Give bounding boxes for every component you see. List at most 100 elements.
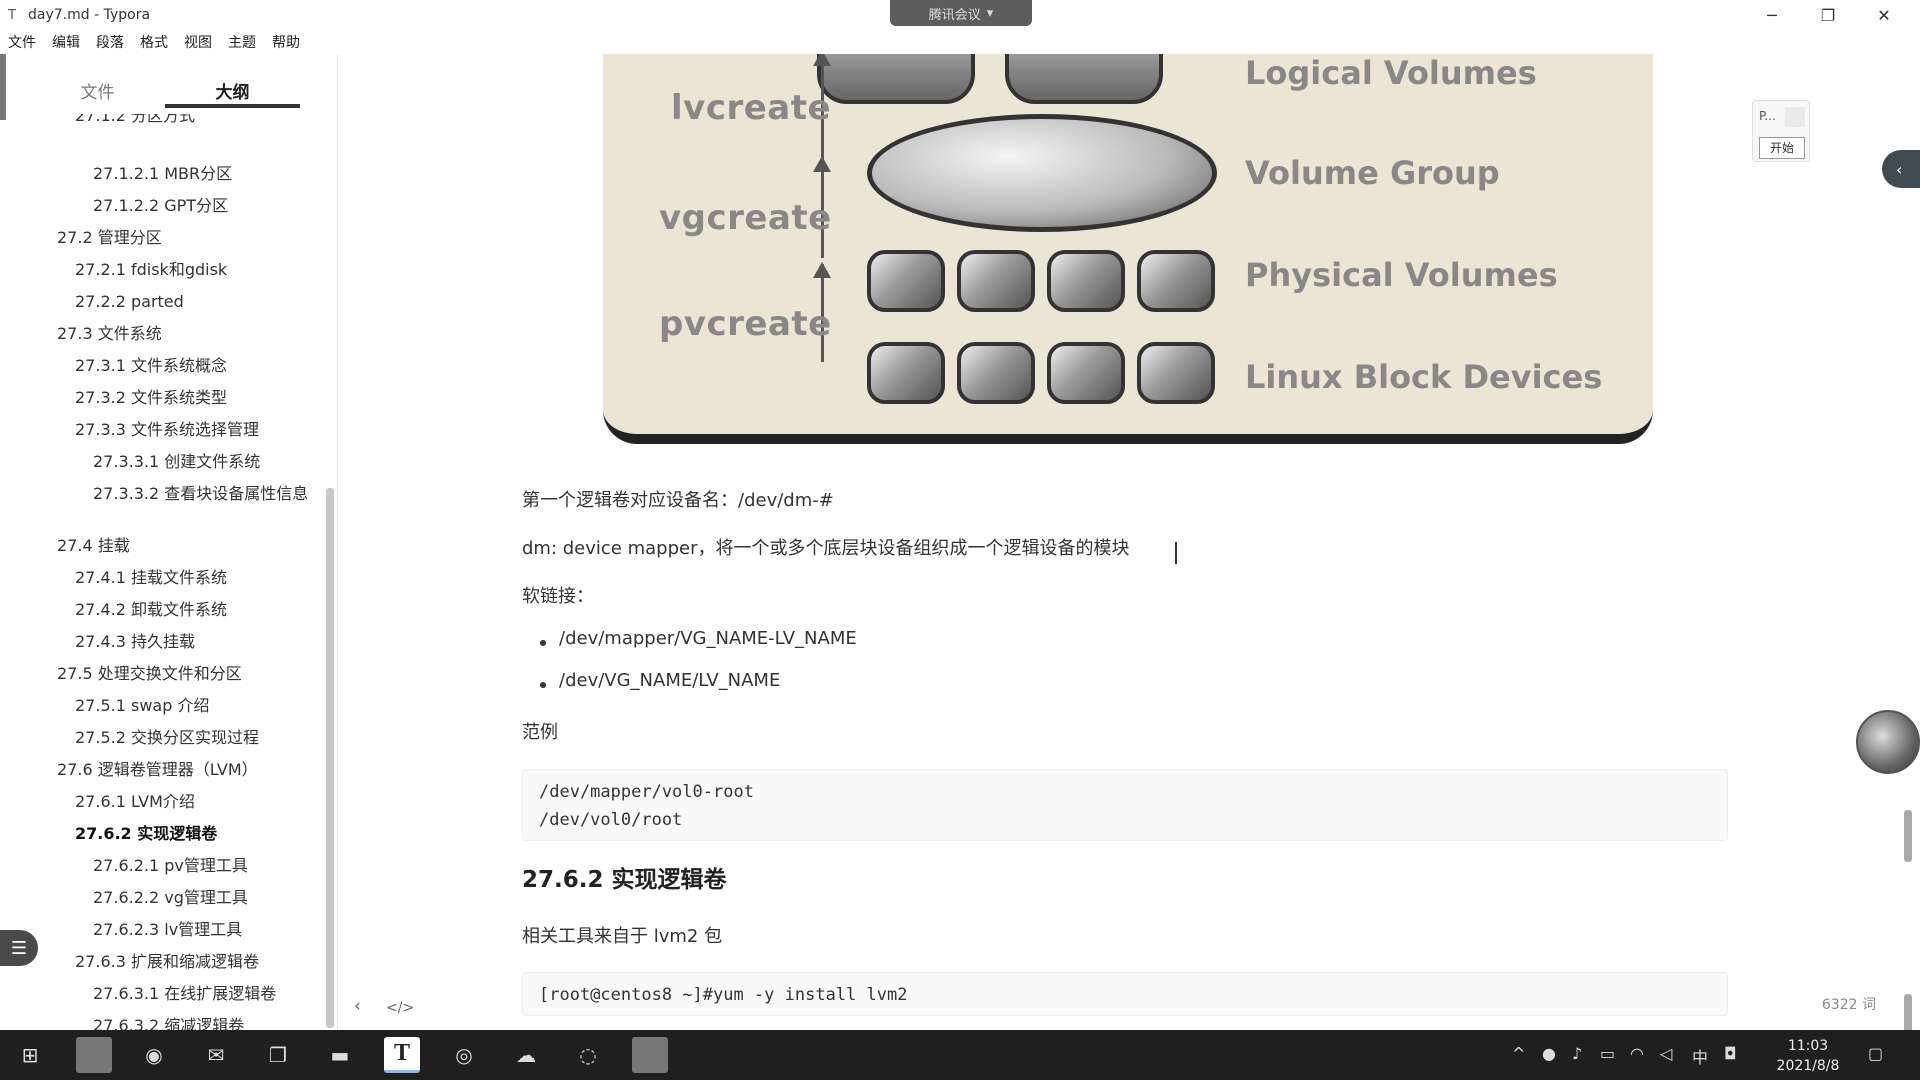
wechat-icon[interactable]: ✉ [198,1037,234,1073]
paragraph-dm-description[interactable]: dm: device mapper，将一个或多个底层块设备组织成一个逻辑设备的模… [522,534,1129,560]
file-explorer-icon[interactable]: ▬ [322,1037,358,1073]
outline-item[interactable]: 27.6.3.2 缩减逻辑卷 [93,1016,244,1030]
volume-icon[interactable]: ◁ [1660,1044,1672,1063]
outline-item[interactable]: 27.6.1 LVM介绍 [75,792,195,812]
paragraph-example[interactable]: 范例 [522,718,558,744]
outline-item[interactable]: 27.4.3 持久挂载 [75,632,195,652]
list-item[interactable]: /dev/VG_NAME/LV_NAME [559,670,780,691]
outline-item[interactable]: 27.6 逻辑卷管理器（LVM） [57,760,258,780]
app-icon-cloud[interactable]: ☁ [508,1037,544,1073]
outline-item[interactable]: 27.1.2.1 MBR分区 [93,164,232,184]
system-clock[interactable]: 11:03 2021/8/8 [1768,1036,1848,1076]
restore-button[interactable]: ❐ [1800,0,1856,30]
editor-scrollbar[interactable] [1904,810,1912,862]
app-icon-image-editor[interactable] [632,1037,668,1073]
outline-item[interactable]: 27.6.3 扩展和缩减逻辑卷 [75,952,259,972]
outline-item[interactable]: 27.6.2.1 pv管理工具 [93,856,248,876]
outline-item[interactable]: 27.1.2.2 GPT分区 [93,196,228,216]
bullet-dot [540,640,546,646]
title-bar: T day7.md - Typora 腾讯会议 ▾ ─ ❐ ✕ [0,0,1920,30]
list-item[interactable]: /dev/mapper/VG_NAME-LV_NAME [559,628,857,649]
editor-area[interactable]: lvcreate vgcreate pvcreate Logical Volum… [339,54,1920,1034]
chevron-up-icon[interactable]: ^ [1512,1044,1525,1063]
paragraph-symlink-heading[interactable]: 软链接： [522,582,594,608]
outline-item[interactable]: 27.3 文件系统 [57,324,162,344]
arrow-up-icon [813,54,831,66]
webcam-avatar [1856,710,1920,774]
ime-indicator[interactable]: 中 [1692,1044,1708,1068]
close-button[interactable]: ✕ [1856,0,1912,30]
notification-icon[interactable]: ▢ [1868,1044,1883,1063]
menu-file[interactable]: 文件 [8,32,36,52]
microphone-icon[interactable]: ♪ [1572,1044,1582,1063]
outline-scrollbar[interactable] [326,488,334,1028]
minimize-button[interactable]: ─ [1744,0,1800,30]
outline-item[interactable]: 27.5 处理交换文件和分区 [57,664,242,684]
app-icon-circle[interactable]: ◎ [446,1037,482,1073]
sidebar-scroll-indicator [0,54,6,120]
tab-files[interactable]: 文件 [30,68,165,108]
chevron-left-icon[interactable]: ‹ [1882,150,1920,188]
outline-item[interactable]: 27.5.2 交换分区实现过程 [75,728,259,748]
menu-edit[interactable]: 编辑 [52,32,80,52]
menu-help[interactable]: 帮助 [272,32,300,52]
tray-app-icon[interactable]: ◘ [1724,1044,1737,1063]
outline-item[interactable]: 27.3.3.1 创建文件系统 [93,452,260,472]
menu-view[interactable]: 视图 [184,32,212,52]
block-device-disk [867,342,945,404]
logical-volume-disk [1005,54,1163,104]
outline-item[interactable]: 27.4 挂载 [57,536,130,556]
windows-start-icon[interactable]: ⊞ [12,1037,48,1073]
outline-item[interactable]: 27.4.2 卸载文件系统 [75,600,227,620]
lvcreate-label: lvcreate [671,88,832,128]
wifi-icon[interactable]: ◠ [1630,1044,1644,1063]
task-view-icon[interactable]: ❐ [260,1037,296,1073]
meeting-status-pill[interactable]: 腾讯会议 ▾ [890,0,1032,26]
app-tray-icon[interactable]: ● [1542,1044,1556,1063]
logical-volume-disk [817,54,975,104]
outline-item[interactable]: 27.6.2.3 lv管理工具 [93,920,242,940]
outline-item[interactable]: 27.3.3.2 查看块设备属性信息 [93,484,313,504]
code-line: [root@centos8 ~]#yum -y install lvm2 [539,985,908,1005]
menu-theme[interactable]: 主题 [228,32,256,52]
battery-icon[interactable]: ▭ [1600,1044,1615,1063]
outline-item[interactable]: 27.1.2 分区方式 [75,114,195,126]
outline-item[interactable]: 27.6.3.1 在线扩展逻辑卷 [93,984,276,1004]
code-block-install[interactable]: [root@centos8 ~]#yum -y install lvm2 [522,972,1728,1016]
tab-outline[interactable]: 大纲 [165,68,300,108]
paragraph-lvm2-package[interactable]: 相关工具来自于 lvm2 包 [522,922,722,948]
section-heading[interactable]: 27.6.2 实现逻辑卷 [522,860,727,894]
chevron-left-icon[interactable]: ‹ [354,996,361,1016]
word-count[interactable]: 6322 词 [1822,994,1876,1014]
source-code-toggle-icon[interactable]: </> [386,1000,414,1016]
menu-paragraph[interactable]: 段落 [96,32,124,52]
start-button[interactable]: 开始 [1759,137,1805,159]
typora-icon[interactable]: T [384,1037,420,1073]
app-icon-image-viewer[interactable] [76,1037,112,1073]
outline-item[interactable]: 27.3.3 文件系统选择管理 [75,420,259,440]
paragraph-device-name[interactable]: 第一个逻辑卷对应设备名：/dev/dm-# [522,486,834,512]
outline-item[interactable]: 27.6.2.2 vg管理工具 [93,888,248,908]
outline-item[interactable]: 27.3.2 文件系统类型 [75,388,227,408]
chrome-icon[interactable]: ◉ [136,1037,172,1073]
meeting-label: 腾讯会议 [928,7,981,23]
physical-volumes-label: Physical Volumes [1245,256,1558,294]
outline-toggle-icon[interactable]: ☰ [0,930,38,966]
vgcreate-label: vgcreate [659,198,832,238]
arrow-up-icon [813,262,831,278]
outline-item[interactable]: 27.2.2 parted [75,292,184,312]
editor-scrollbar-lower[interactable] [1904,994,1912,1034]
app-icon-swirl[interactable]: ◌ [570,1037,606,1073]
outline-item[interactable]: 27.3.1 文件系统概念 [75,356,227,376]
block-device-disk [1047,342,1125,404]
outline-item[interactable]: 27.5.1 swap 介绍 [75,696,209,716]
typora-window: T day7.md - Typora 腾讯会议 ▾ ─ ❐ ✕ 文件 编辑 段落… [0,0,1920,1080]
menu-format[interactable]: 格式 [140,32,168,52]
code-block-example[interactable]: /dev/mapper/vol0-root /dev/vol0/root [522,769,1728,841]
outline-item[interactable]: 27.2 管理分区 [57,228,162,248]
outline-item[interactable]: 27.6.2 实现逻辑卷 [75,824,217,844]
outline-item[interactable]: 27.4.1 挂载文件系统 [75,568,227,588]
outline-item[interactable]: 27.2.1 fdisk和gdisk [75,260,227,280]
floating-recorder-panel: P... 开始 [1752,100,1810,162]
window-title: day7.md - Typora [28,7,151,23]
